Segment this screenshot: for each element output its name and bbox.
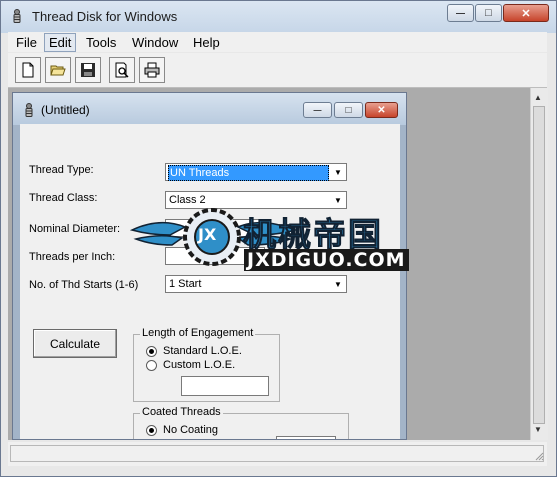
status-bar [8,442,547,466]
doc-close-button[interactable]: ✕ [365,102,398,118]
loe-group: Length of Engagement Standard L.O.E. Cus… [133,327,280,402]
loe-group-caption: Length of Engagement [140,327,256,339]
maximize-icon: □ [485,7,492,19]
print-preview-icon [115,62,129,78]
chevron-down-icon[interactable]: ▼ [331,277,345,291]
thread-type-label: Thread Type: [29,164,94,176]
thd-starts-value: 1 Start [169,278,202,290]
coated-group-caption: Coated Threads [140,406,223,418]
watermark-logo-text: JX [198,225,217,244]
new-button[interactable] [15,57,41,83]
printer-icon [144,62,160,78]
save-disk-icon [81,63,95,77]
save-button[interactable] [75,57,101,83]
no-coating-label: No Coating [163,424,219,436]
watermark-domain-text: JXDIGUO.COM [244,249,409,271]
window-title: Thread Disk for Windows [32,9,178,24]
chevron-down-icon[interactable]: ▼ [331,165,345,179]
menu-edit[interactable]: Edit [44,33,77,52]
thd-starts-select[interactable]: 1 Start ▼ [165,275,347,293]
doc-minimize-button[interactable]: — [303,102,332,118]
open-button[interactable] [45,57,71,83]
thread-form: Thread Type: UN Threads ▼ Thread Class: … [20,124,400,439]
new-document-icon [22,62,34,78]
standard-loe-radio[interactable]: Standard L.O.E. [146,345,242,357]
print-button[interactable] [139,57,165,83]
open-folder-icon [50,65,66,76]
doc-maximize-button[interactable]: □ [334,102,363,118]
coated-threads-group: Coated Threads No Coating [133,406,349,439]
custom-loe-radio[interactable]: Custom L.O.E. [146,359,235,371]
custom-loe-input[interactable] [181,376,269,396]
document-title: (Untitled) [41,103,90,117]
threads-per-inch-label: Threads per Inch: [29,251,116,263]
scroll-down-icon[interactable]: ▼ [534,425,542,434]
toolbar [8,53,547,88]
close-icon: ✕ [377,104,386,116]
scroll-thumb[interactable] [533,106,545,424]
nominal-diameter-label: Nominal Diameter: [29,223,121,235]
close-icon: ✕ [521,7,531,20]
minimize-icon: — [456,8,465,18]
app-icon [13,9,21,23]
scroll-up-icon[interactable]: ▲ [534,93,542,102]
coating-input[interactable] [276,436,336,439]
no-coating-radio[interactable]: No Coating [146,424,218,436]
thread-class-label: Thread Class: [29,192,98,204]
title-bar[interactable]: Thread Disk for Windows — □ ✕ [1,1,556,33]
menu-help[interactable]: Help [189,34,224,51]
document-icon [25,103,33,117]
maximize-icon: □ [345,104,352,116]
menu-file[interactable]: File [12,34,41,51]
vertical-scrollbar[interactable]: ▲ ▼ [530,88,548,440]
minimize-button[interactable]: — [447,4,474,22]
standard-loe-label: Standard L.O.E. [163,345,242,357]
radio-unchecked-icon [146,359,157,371]
menu-window[interactable]: Window [128,34,182,51]
maximize-button[interactable]: □ [475,4,502,22]
resize-grip-icon[interactable] [534,450,544,461]
print-preview-button[interactable] [109,57,135,83]
status-panel [10,445,544,462]
minimize-icon: — [313,105,322,115]
close-button[interactable]: ✕ [503,4,549,22]
thread-type-value: UN Threads [168,165,329,181]
radio-checked-icon [146,345,157,357]
watermark: JX 机械帝国 JXDIGUO.COM [129,205,430,275]
menu-bar: File Edit Tools Window Help [8,32,547,52]
calculate-button[interactable]: Calculate [33,329,117,358]
custom-loe-label: Custom L.O.E. [163,359,236,371]
radio-checked-icon [146,424,157,436]
document-title-bar[interactable]: (Untitled) — □ ✕ [13,93,406,125]
thd-starts-label: No. of Thd Starts (1-6) [29,279,139,291]
thread-type-select[interactable]: UN Threads ▼ [165,163,347,181]
menu-tools[interactable]: Tools [82,34,120,51]
